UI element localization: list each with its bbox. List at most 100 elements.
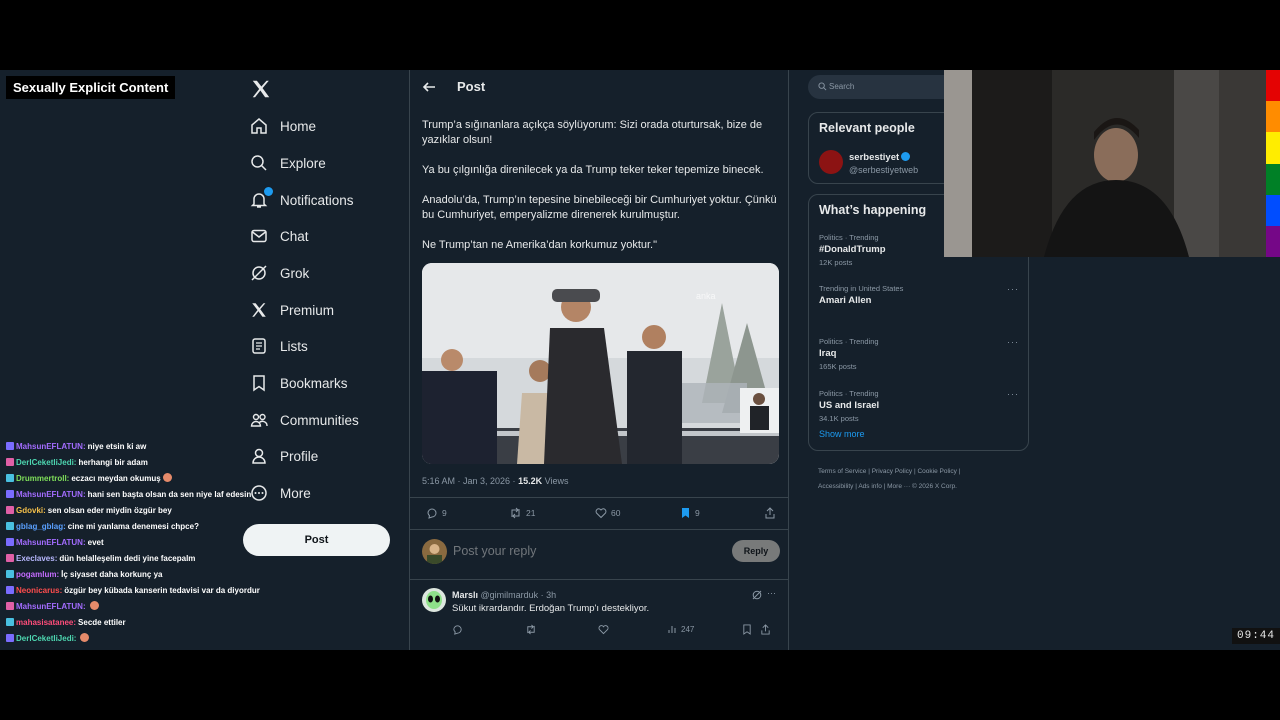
nav-item-explore[interactable]: Explore (250, 149, 326, 177)
back-arrow-icon[interactable] (422, 80, 436, 94)
chat-username[interactable]: MahsunEFLATUN: (16, 442, 86, 451)
chat-text: evet (87, 538, 104, 547)
footer-line[interactable]: Terms of Service | Privacy Policy | Cook… (818, 464, 1028, 479)
trend-item[interactable]: Politics · Trending Iraq 165K posts ··· (819, 337, 1019, 371)
chat-username[interactable]: gblag_gblag: (16, 522, 66, 531)
trend-post-count: 165K posts (819, 362, 857, 371)
bookmark-icon[interactable] (742, 624, 752, 635)
heart-icon[interactable] (598, 624, 609, 635)
nav-item-label: Communities (280, 412, 359, 428)
show-more-link[interactable]: Show more (819, 429, 865, 439)
trend-category: Trending in United States (819, 284, 904, 293)
chat-username[interactable]: Gdovki: (16, 506, 46, 515)
repost-action[interactable]: 21 (509, 507, 535, 519)
people-icon (250, 411, 268, 429)
video-watermark: anka (696, 291, 716, 301)
chat-badge-icon (6, 586, 14, 594)
reply-icon[interactable] (452, 624, 463, 635)
more-options-icon[interactable]: ··· (1007, 389, 1019, 399)
person-name[interactable]: serbestiyet (849, 152, 911, 163)
grok-icon[interactable] (752, 590, 762, 600)
x-icon (250, 301, 268, 319)
chat-text: niye etsin ki aw (87, 442, 147, 451)
nav-item-label: Explore (280, 155, 326, 171)
post-button[interactable]: Post (243, 524, 390, 556)
repost-icon[interactable] (525, 624, 537, 635)
trend-category: Politics · Trending (819, 337, 879, 346)
tweet-text: Trump’a sığınanlara açıkça söylüyorum: S… (422, 118, 780, 268)
views-action[interactable]: 247 (668, 624, 694, 634)
nav-item-label: Home (280, 118, 317, 134)
avatar[interactable] (819, 150, 843, 174)
chat-badge-icon (6, 522, 14, 530)
nav-item-bookmarks[interactable]: Bookmarks (250, 369, 348, 397)
reply-tweet[interactable]: Marslı @gimilmarduk · 3h ··· Sükut ikrar… (422, 588, 780, 643)
search-icon (818, 82, 827, 91)
nav-item-more[interactable]: More (250, 479, 311, 507)
video-frame (422, 263, 779, 464)
nav-item-label: Grok (280, 265, 310, 281)
stream-clock: 09:44 (1232, 628, 1280, 644)
chat-username[interactable]: MahsunEFLATUN: (16, 490, 86, 499)
chat-username[interactable]: MahsunEFLATUN: (16, 538, 86, 547)
nav-item-lists[interactable]: Lists (250, 332, 308, 360)
reply-icon (427, 508, 437, 519)
bookmark-action[interactable]: 9 (680, 507, 700, 519)
share-action[interactable] (764, 507, 780, 519)
nav-item-home[interactable]: Home (250, 112, 316, 140)
tweet-actions: 9 21 60 9 (422, 507, 780, 521)
chat-text: herhangi bir adam (78, 458, 148, 467)
chat-username[interactable]: MahsunEFLATUN: (16, 602, 86, 611)
like-action[interactable]: 60 (595, 507, 620, 519)
more-options-icon[interactable]: ··· (1007, 284, 1019, 294)
chat-message: MahsunEFLATUN: hani sen başta olsan da se… (6, 487, 276, 503)
x-logo-icon[interactable] (250, 78, 272, 100)
footer-links: Terms of Service | Privacy Policy | Cook… (818, 464, 1028, 494)
chat-badge-icon (6, 458, 14, 466)
chat-badge-icon (6, 554, 14, 562)
footer-line[interactable]: Accessibility | Ads info | More ··· © 20… (818, 479, 1028, 494)
search-icon (250, 154, 268, 172)
relevant-people-title: Relevant people (819, 121, 915, 135)
reply-input[interactable]: Post your reply (453, 544, 536, 558)
nav-item-communities[interactable]: Communities (250, 406, 359, 434)
chat-badge-icon (6, 570, 14, 578)
reply-action[interactable]: 9 (426, 507, 447, 519)
trend-item[interactable]: Politics · Trending US and Israel 34.1K po… (819, 389, 1019, 423)
chat-username[interactable]: Neonicarus: (16, 586, 62, 595)
more-icon (250, 484, 268, 502)
divider (410, 579, 788, 580)
nav-item-premium[interactable]: Premium (250, 296, 334, 324)
reply-button[interactable]: Reply (732, 540, 780, 562)
avatar (422, 539, 447, 564)
nav-item-notifications[interactable]: Notifications (250, 186, 354, 214)
chat-username[interactable]: Execlaves: (16, 554, 57, 563)
divider (410, 497, 788, 498)
chat-username[interactable]: DerlCeketliJedi: (16, 458, 76, 467)
chat-username[interactable]: DerlCeketliJedi: (16, 634, 76, 643)
chat-badge-icon (6, 538, 14, 546)
repost-icon (511, 507, 520, 519)
stream-frame: Sexually Explicit Content MahsunEFLATUN:… (0, 70, 1280, 650)
emote-icon (80, 633, 90, 642)
reply-author-name[interactable]: Marslı (452, 590, 478, 600)
more-options-icon[interactable]: ··· (767, 588, 776, 598)
trend-item[interactable]: Trending in United States Amari Allen ··· (819, 284, 1019, 306)
share-icon[interactable] (760, 624, 771, 635)
chat-message: Execlaves: dün helalleşelim dedi yine fac… (6, 551, 276, 567)
chat-message: Neonicarus: özgür bey kübada kanserin ted… (6, 583, 276, 599)
more-options-icon[interactable]: ··· (1007, 337, 1019, 347)
nav-item-grok[interactable]: Grok (250, 259, 309, 287)
chat-text: eczacı meydan okumuş (71, 474, 161, 483)
chat-badge-icon (6, 618, 14, 626)
chat-username[interactable]: pogamlum: (16, 570, 59, 579)
views-count: 15.2K (518, 476, 543, 486)
nav-item-profile[interactable]: Profile (250, 442, 318, 470)
whats-happening-title: What’s happening (819, 203, 927, 217)
nav-item-chat[interactable]: Chat (250, 222, 309, 250)
chat-username[interactable]: mahasisatanee: (16, 618, 76, 627)
chat-username[interactable]: Drummertroll: (16, 474, 69, 483)
tweet-video[interactable]: anka (422, 263, 779, 464)
chat-badge-icon (6, 602, 14, 610)
reply-author-handle: @gimilmarduk · 3h (480, 590, 557, 600)
